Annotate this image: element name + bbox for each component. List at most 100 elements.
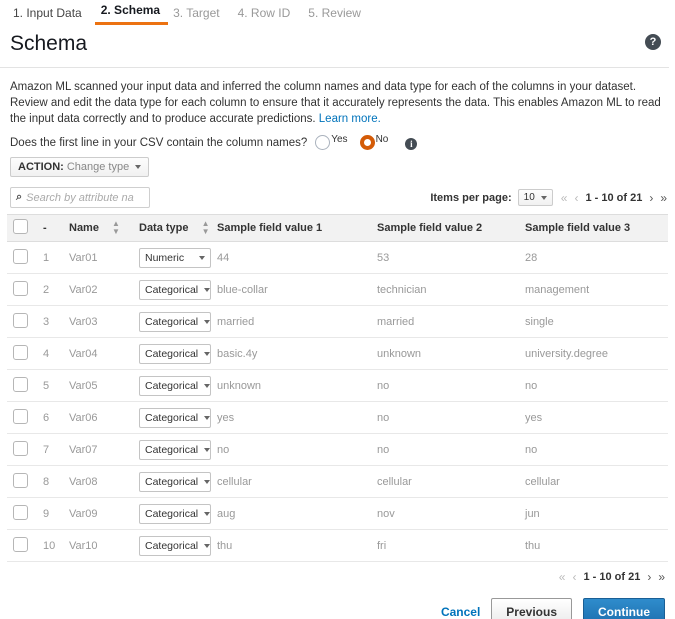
row-select-cell[interactable] xyxy=(7,433,37,466)
row-data-type-cell[interactable]: Categorical xyxy=(133,497,211,530)
table-row: 9 Var09 Categorical aug nov jun xyxy=(7,497,668,530)
action-dropdown-prefix: ACTION: xyxy=(18,161,64,173)
data-type-select[interactable]: Categorical xyxy=(139,343,211,364)
row-select-cell[interactable] xyxy=(7,529,37,562)
row-checkbox[interactable] xyxy=(13,312,28,328)
csv-header-option-yes[interactable]: Yes xyxy=(315,135,348,150)
row-select-cell[interactable] xyxy=(7,369,37,402)
row-checkbox[interactable] xyxy=(13,280,28,296)
header-name[interactable]: Name ▲ ▼ xyxy=(63,214,133,242)
data-type-select[interactable]: Categorical xyxy=(139,535,211,556)
data-type-value: Categorical xyxy=(145,315,199,328)
data-type-select[interactable]: Categorical xyxy=(139,311,211,332)
search-box[interactable]: ⌕ xyxy=(10,187,150,208)
row-data-type-cell[interactable]: Numeric xyxy=(133,241,211,274)
header-select-all[interactable] xyxy=(7,214,37,242)
row-select-cell[interactable] xyxy=(7,241,37,274)
data-type-select[interactable]: Categorical xyxy=(139,407,211,428)
csv-header-option-no[interactable]: No xyxy=(359,135,388,150)
prev-page-icon[interactable]: ‹ xyxy=(574,191,578,205)
row-checkbox[interactable] xyxy=(13,344,28,360)
data-type-value: Categorical xyxy=(145,539,199,552)
learn-more-link[interactable]: Learn more. xyxy=(319,113,381,125)
wizard-steps: 1. Input Data 2. Schema 3. Target 4. Row… xyxy=(0,0,675,25)
info-icon[interactable]: i xyxy=(405,137,418,150)
select-all-checkbox[interactable] xyxy=(13,219,28,234)
search-icon: ⌕ xyxy=(16,191,23,203)
row-data-type-cell[interactable]: Categorical xyxy=(133,465,211,498)
last-page-icon[interactable]: » xyxy=(658,570,665,584)
table-row: 5 Var05 Categorical unknown no no xyxy=(7,369,668,402)
data-type-select[interactable]: Categorical xyxy=(139,439,211,460)
row-select-cell[interactable] xyxy=(7,273,37,306)
row-sample-3: management xyxy=(519,273,668,306)
row-checkbox[interactable] xyxy=(13,472,28,488)
row-select-cell[interactable] xyxy=(7,337,37,370)
row-data-type-cell[interactable]: Categorical xyxy=(133,337,211,370)
first-page-icon[interactable]: « xyxy=(559,570,566,584)
row-index: 8 xyxy=(37,465,63,498)
data-type-select[interactable]: Categorical xyxy=(139,375,211,396)
data-type-select[interactable]: Numeric xyxy=(139,247,211,268)
wizard-step-target[interactable]: 3. Target xyxy=(168,4,232,25)
action-dropdown[interactable]: ACTION: Change type xyxy=(10,157,150,177)
wizard-step-input-data[interactable]: 1. Input Data xyxy=(8,4,95,25)
cancel-button[interactable]: Cancel xyxy=(441,605,480,619)
row-data-type-cell[interactable]: Categorical xyxy=(133,305,211,338)
wizard-step-row-id[interactable]: 4. Row ID xyxy=(233,4,304,25)
chevron-down-icon xyxy=(204,543,211,548)
data-type-select[interactable]: Categorical xyxy=(139,503,211,524)
data-type-select[interactable]: Categorical xyxy=(139,279,211,300)
row-attribute-name: Var07 xyxy=(63,433,133,466)
continue-button[interactable]: Continue xyxy=(583,598,665,619)
wizard-step-review[interactable]: 5. Review xyxy=(303,4,374,25)
data-type-select[interactable]: Categorical xyxy=(139,471,211,492)
row-checkbox[interactable] xyxy=(13,440,28,456)
sort-icon[interactable]: ▲ ▼ xyxy=(112,220,120,236)
next-page-icon[interactable]: › xyxy=(647,570,651,584)
row-attribute-name: Var05 xyxy=(63,369,133,402)
items-per-page-select[interactable]: 10 xyxy=(517,189,553,206)
radio-no[interactable] xyxy=(359,135,375,150)
header-data-type[interactable]: Data type ▲ ▼ xyxy=(133,214,211,242)
row-data-type-cell[interactable]: Categorical xyxy=(133,529,211,562)
row-select-cell[interactable] xyxy=(7,305,37,338)
row-checkbox[interactable] xyxy=(13,536,28,552)
row-attribute-name: Var08 xyxy=(63,465,133,498)
row-checkbox[interactable] xyxy=(13,504,28,520)
previous-button[interactable]: Previous xyxy=(491,598,572,619)
row-checkbox[interactable] xyxy=(13,376,28,392)
row-sample-3: no xyxy=(519,433,668,466)
chevron-down-icon xyxy=(204,383,211,388)
next-page-icon[interactable]: › xyxy=(649,191,653,205)
row-checkbox[interactable] xyxy=(13,248,28,264)
row-select-cell[interactable] xyxy=(7,401,37,434)
row-index: 1 xyxy=(37,241,63,274)
last-page-icon[interactable]: » xyxy=(660,191,667,205)
row-data-type-cell[interactable]: Categorical xyxy=(133,273,211,306)
table-row: 7 Var07 Categorical no no no xyxy=(7,433,668,466)
row-data-type-cell[interactable]: Categorical xyxy=(133,401,211,434)
table-row: 4 Var04 Categorical basic.4y unknown universi… xyxy=(7,337,668,370)
row-select-cell[interactable] xyxy=(7,465,37,498)
pagination-bottom: « ‹ 1 - 10 of 21 › » xyxy=(0,562,675,584)
row-sample-2: fri xyxy=(371,529,519,562)
search-input[interactable] xyxy=(24,190,137,205)
row-data-type-cell[interactable]: Categorical xyxy=(133,433,211,466)
help-icon[interactable]: ? xyxy=(645,34,661,50)
pagination-top: « ‹ 1 - 10 of 21 › » xyxy=(561,191,667,205)
row-sample-2: cellular xyxy=(371,465,519,498)
sort-icon[interactable]: ▲ ▼ xyxy=(202,220,210,236)
radio-yes[interactable] xyxy=(315,135,331,150)
row-checkbox[interactable] xyxy=(13,408,28,424)
wizard-step-schema[interactable]: 2. Schema xyxy=(94,1,169,25)
row-data-type-cell[interactable]: Categorical xyxy=(133,369,211,402)
table-toolbar: ⌕ Items per page: 10 « ‹ 1 - 10 of 21 › … xyxy=(0,177,675,214)
first-page-icon[interactable]: « xyxy=(561,191,568,205)
schema-table-head: - Name ▲ ▼ Data type ▲ ▼ Sample field valu… xyxy=(7,214,668,242)
data-type-value: Categorical xyxy=(145,507,199,520)
schema-table: - Name ▲ ▼ Data type ▲ ▼ Sample field valu… xyxy=(7,214,668,562)
row-select-cell[interactable] xyxy=(7,497,37,530)
row-index: 2 xyxy=(37,273,63,306)
prev-page-icon[interactable]: ‹ xyxy=(572,570,576,584)
